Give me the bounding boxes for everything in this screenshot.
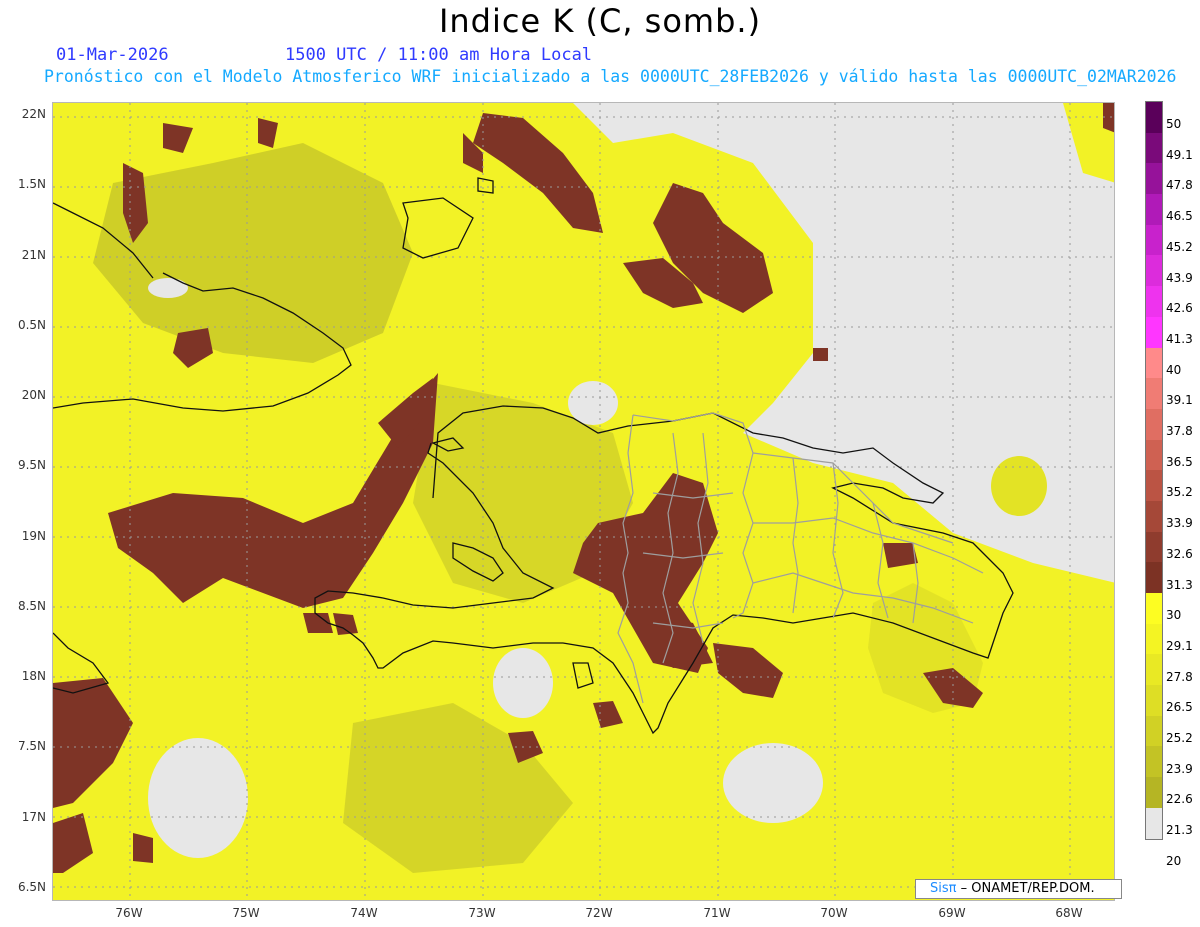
colorbar-label: 23.9 [1166,761,1193,776]
low-area-1 [148,738,248,858]
lat-label: 19N [21,529,46,543]
colorbar-label: 49.1 [1166,147,1193,162]
lon-label: 75W [232,906,260,920]
lon-label: 72W [585,906,613,920]
colorbar-label: 20 [1166,853,1182,868]
model-info: Pronóstico con el Modelo Atmosferico WRF… [44,67,1177,86]
lat-label: 9.5N [17,458,46,472]
colorbar-label: 39.1 [1166,393,1193,408]
colorbar-cell [1146,378,1162,409]
low-area-5 [723,743,823,823]
colorbar-cell [1146,807,1162,839]
colorbar-cell [1146,562,1162,593]
credit-text: – ONAMET/REP.DOM. [960,881,1095,896]
lat-label: 0.5N [17,318,46,332]
lon-label: 73W [468,906,496,920]
colorbar-cell [1146,500,1162,532]
colorbar-label: 21.3 [1166,823,1193,838]
colorbar-label: 37.8 [1166,424,1193,438]
credit-brand: Sisπ [930,881,957,896]
colorbar-label: 42.6 [1166,301,1193,316]
colorbar-label: 47.8 [1166,178,1193,193]
colorbar-cell [1146,132,1162,164]
colorbar-label: 46.5 [1166,209,1193,224]
colorbar-cell [1146,531,1162,563]
colorbar-label: 35.2 [1166,485,1193,500]
colorbar-label: 29.1 [1166,638,1193,653]
lat-label: 20N [21,388,46,402]
colorbar-label: 43.9 [1166,270,1193,285]
colorbar-cell [1146,102,1162,133]
forecast-date: 01-Mar-2026 [56,45,169,65]
colorbar-cell [1146,715,1162,747]
colorbar-label: 32.6 [1166,546,1193,561]
map-title: Indice K (C, somb.) [438,2,762,40]
low-area-2 [493,648,553,718]
colorbar [1145,101,1163,840]
lat-label: 22N [21,107,46,121]
colorbar-cell [1146,654,1162,686]
colorbar-label: 45.2 [1166,239,1193,254]
colorbar-cell [1146,194,1162,225]
colorbar-label: 25.2 [1166,731,1193,745]
colorbar-cell [1146,224,1162,256]
lon-label: 71W [703,906,731,920]
colorbar-cell [1146,777,1162,808]
colorbar-cell [1146,163,1162,195]
colorbar-label: 41.3 [1166,331,1193,346]
colorbar-cell [1146,286,1162,317]
colorbar-cell [1146,593,1162,624]
lat-label: 18N [21,669,46,683]
forecast-time: 1500 UTC / 11:00 am Hora Local [285,45,593,65]
lat-label: 8.5N [17,599,46,613]
colorbar-cell [1146,685,1162,716]
colorbar-cell [1146,347,1162,379]
colorbar-label: 40 [1166,362,1182,377]
colorbar-label: 27.8 [1166,669,1193,684]
lat-label: 6.5N [17,880,46,894]
colorbar-cell [1146,439,1162,471]
lat-label: 21N [21,248,46,262]
colorbar-label: 31.3 [1166,577,1193,592]
lon-label: 69W [938,906,966,920]
credit-box: Sisπ – ONAMET/REP.DOM. [915,879,1122,899]
colorbar-label: 30 [1166,608,1182,623]
colorbar-cell [1146,623,1162,655]
low-area-4 [148,278,188,298]
colorbar-label: 50 [1166,117,1182,131]
low-area-3 [568,381,618,425]
colorbar-label: 22.6 [1166,792,1193,807]
lon-label: 76W [115,906,143,920]
lat-label: 17N [21,810,46,824]
lat-label: 1.5N [17,177,46,191]
colorbar-cell [1146,255,1162,287]
colorbar-label: 26.5 [1166,700,1193,715]
k-index-map [53,103,1114,900]
colorbar-cell [1146,746,1162,778]
lon-label: 70W [820,906,848,920]
colorbar-cell [1146,408,1162,440]
lon-label: 74W [350,906,378,920]
colorbar-cell [1146,316,1162,348]
colorbar-label: 36.5 [1166,454,1193,469]
yellow-blob-east [991,456,1047,516]
colorbar-cell [1146,470,1162,501]
lon-label: 68W [1055,906,1083,920]
colorbar-label: 33.9 [1166,516,1193,531]
lat-label: 7.5N [17,739,46,753]
map-panel [52,102,1115,901]
